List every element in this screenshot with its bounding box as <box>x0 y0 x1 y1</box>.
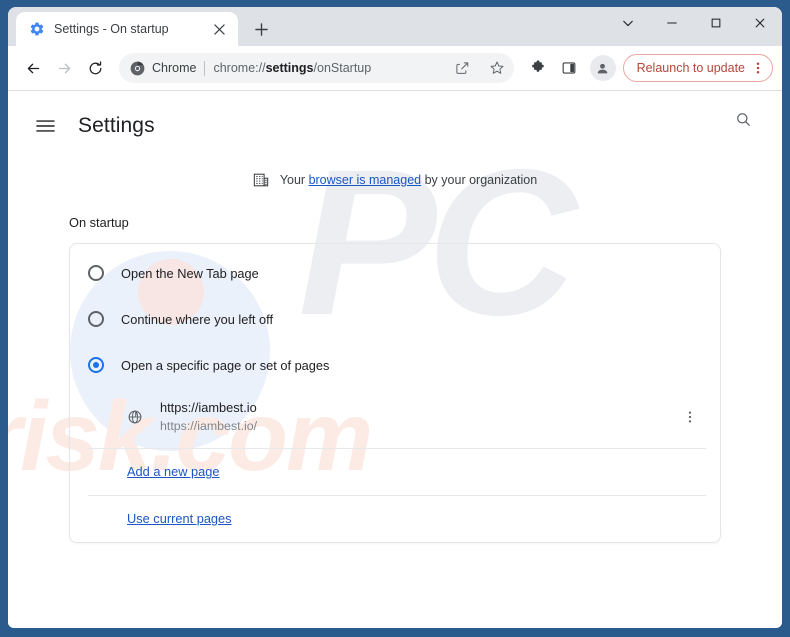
person-icon <box>597 63 608 73</box>
startup-page-texts: https://iambest.io https://iambest.io/ <box>160 398 677 436</box>
globe-icon <box>126 408 143 425</box>
startup-page-url: https://iambest.io/ <box>160 419 258 434</box>
window-controls <box>606 7 782 39</box>
managed-browser-banner: Your browser is managed by your organiza… <box>8 172 782 188</box>
close-button[interactable] <box>738 7 782 39</box>
relaunch-label: Relaunch to update <box>636 61 745 75</box>
new-tab-button[interactable] <box>247 15 275 43</box>
startup-page-row: https://iambest.io https://iambest.io/ <box>70 388 720 448</box>
managed-suffix: by your organization <box>424 173 538 187</box>
url-suffix: /onStartup <box>313 61 372 75</box>
chrome-logo-icon <box>130 61 145 75</box>
browser-window-inner: Settings - On startup Chrome chrome://se… <box>8 7 782 628</box>
more-vertical-icon <box>756 62 760 74</box>
managed-banner-text: Your browser is managed by your organiza… <box>280 173 537 187</box>
close-icon <box>214 23 225 35</box>
use-current-pages-link[interactable]: Use current pages <box>127 511 232 526</box>
startup-page-title: https://iambest.io <box>160 400 257 415</box>
enterprise-building-icon <box>253 172 269 188</box>
maximize-button[interactable] <box>694 7 738 39</box>
share-icon[interactable] <box>450 55 476 81</box>
more-vertical-icon <box>688 411 692 423</box>
settings-page: PC risk.com Settings Your browser is man… <box>8 91 782 627</box>
reload-button[interactable] <box>80 53 110 83</box>
search-settings-icon[interactable] <box>730 106 756 132</box>
forward-button[interactable] <box>49 53 79 83</box>
radio-new-tab[interactable] <box>88 265 104 281</box>
browser-is-managed-link[interactable]: browser is managed <box>309 173 422 187</box>
settings-header: Settings <box>8 91 782 146</box>
chrome-brand-label: Chrome <box>152 61 197 75</box>
star-icon <box>490 61 504 74</box>
startup-option-continue[interactable]: Continue where you left off <box>70 296 720 342</box>
tab-strip: Settings - On startup <box>8 7 782 46</box>
url-bold-segment: settings <box>265 61 314 75</box>
close-icon <box>755 18 765 28</box>
profile-avatar[interactable] <box>589 55 616 81</box>
extensions-button[interactable] <box>524 54 552 82</box>
radio-continue[interactable] <box>88 311 104 327</box>
browser-menu-button[interactable] <box>747 57 769 79</box>
minimize-button[interactable] <box>650 7 694 39</box>
hamburger-menu-icon[interactable] <box>34 117 56 135</box>
globe-glyph-icon <box>128 410 141 424</box>
tab-title: Settings - On startup <box>54 22 169 36</box>
on-startup-card: Open the New Tab page Continue where you… <box>69 243 721 543</box>
relaunch-to-update-button[interactable]: Relaunch to update <box>622 54 773 82</box>
browser-toolbar: Chrome chrome://settings/onStartup Relau… <box>8 46 782 91</box>
address-bar[interactable]: Chrome chrome://settings/onStartup <box>119 53 514 83</box>
reload-icon <box>89 60 101 74</box>
startup-page-more-menu[interactable] <box>677 404 703 430</box>
settings-content: Settings Your browser is managed by your… <box>8 91 782 543</box>
plus-icon <box>254 22 268 36</box>
omnibox-divider <box>204 60 206 76</box>
share-glyph-icon <box>456 61 469 74</box>
puzzle-icon <box>531 60 544 72</box>
startup-option-new-tab[interactable]: Open the New Tab page <box>70 244 720 296</box>
chrome-brand-chip: Chrome <box>130 61 196 76</box>
side-panel-icon <box>562 62 575 74</box>
radio-label-new-tab: Open the New Tab page <box>121 265 259 281</box>
browser-window: Settings - On startup Chrome chrome://se… <box>0 0 790 637</box>
radio-specific-pages[interactable] <box>88 357 104 373</box>
gear-icon <box>30 22 44 36</box>
add-new-page-row[interactable]: Add a new page <box>70 449 720 495</box>
search-icon <box>736 112 750 126</box>
side-panel-button[interactable] <box>555 54 583 82</box>
page-title: Settings <box>78 113 155 137</box>
arrow-right-icon <box>58 63 70 73</box>
tab-search-button[interactable] <box>606 7 650 39</box>
managed-prefix: Your <box>279 173 306 187</box>
address-bar-url: chrome://settings/onStartup <box>213 61 441 75</box>
building-icon <box>253 173 269 187</box>
chevron-down-icon <box>623 20 633 27</box>
bookmark-star-icon[interactable] <box>484 55 510 81</box>
section-title-on-startup: On startup <box>69 215 129 230</box>
back-button[interactable] <box>18 53 48 83</box>
maximize-icon <box>711 18 721 28</box>
minimize-icon <box>667 22 677 24</box>
use-current-pages-row[interactable]: Use current pages <box>70 496 720 542</box>
menu-icon <box>35 119 55 132</box>
radio-label-continue: Continue where you left off <box>121 311 274 327</box>
tab-close-icon[interactable] <box>211 21 228 38</box>
add-a-new-page-link[interactable]: Add a new page <box>127 464 220 479</box>
startup-option-specific-pages[interactable]: Open a specific page or set of pages <box>70 342 720 388</box>
radio-label-specific-pages: Open a specific page or set of pages <box>121 357 330 373</box>
arrow-left-icon <box>27 63 39 73</box>
browser-tab[interactable]: Settings - On startup <box>16 12 238 46</box>
url-prefix: chrome:// <box>213 61 266 75</box>
